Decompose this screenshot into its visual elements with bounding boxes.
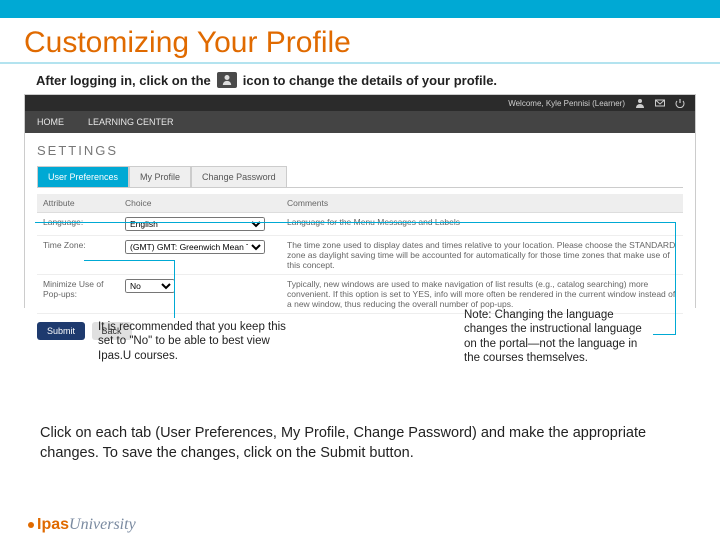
connector-line <box>653 334 676 335</box>
tab-user-preferences[interactable]: User Preferences <box>37 166 129 187</box>
brand-footer: IpasUniversity <box>28 516 136 534</box>
nav-home[interactable]: HOME <box>25 111 76 133</box>
connector-line <box>174 260 175 318</box>
welcome-bar: Welcome, Kyle Pennisi (Learner) <box>25 95 695 111</box>
welcome-text: Welcome, Kyle Pennisi (Learner) <box>508 99 625 108</box>
col-choice: Choice <box>119 194 281 213</box>
nav-learning-center[interactable]: LEARNING CENTER <box>76 111 186 133</box>
connector-line <box>675 222 676 334</box>
connector-line <box>35 222 676 223</box>
attr-timezone: Time Zone: <box>37 236 119 275</box>
callout-language-note: Note: Changing the language changes the … <box>464 308 654 366</box>
tab-my-profile[interactable]: My Profile <box>129 166 191 187</box>
intro-before: After logging in, click on the <box>36 73 211 88</box>
brand-university: University <box>69 516 136 533</box>
callout-popup-recommendation: It is recommended that you keep this set… <box>98 320 288 363</box>
brand-dot-icon <box>28 522 34 528</box>
callouts: It is recommended that you keep this set… <box>24 308 696 418</box>
settings-heading: SETTINGS <box>37 143 683 158</box>
profile-icon <box>217 72 237 88</box>
comment-language: Language for the Menu Messages and Label… <box>281 213 683 236</box>
popup-select[interactable]: No <box>125 279 175 293</box>
intro-after: icon to change the details of your profi… <box>243 73 497 88</box>
comment-timezone: The time zone used to display dates and … <box>281 236 683 275</box>
main-nav: HOME LEARNING CENTER <box>25 111 695 133</box>
col-attribute: Attribute <box>37 194 119 213</box>
tab-change-password[interactable]: Change Password <box>191 166 287 187</box>
logout-icon[interactable] <box>675 98 685 108</box>
preferences-table: Attribute Choice Comments Language: Engl… <box>37 194 683 314</box>
mail-icon[interactable] <box>655 98 665 108</box>
attr-language: Language: <box>37 213 119 236</box>
instruction-text: Click on each tab (User Preferences, My … <box>40 424 680 463</box>
title-rule <box>0 62 720 64</box>
timezone-select[interactable]: (GMT) GMT: Greenwich Mean Time <box>125 240 265 254</box>
app-screenshot: Welcome, Kyle Pennisi (Learner) HOME LEA… <box>24 94 696 308</box>
slide-top-bar <box>0 0 720 18</box>
connector-line <box>84 260 175 261</box>
slide-title: Customizing Your Profile <box>24 26 720 60</box>
profile-icon[interactable] <box>635 98 645 108</box>
table-row: Time Zone: (GMT) GMT: Greenwich Mean Tim… <box>37 236 683 275</box>
table-row: Language: English Language for the Menu … <box>37 213 683 236</box>
intro-line: After logging in, click on the icon to c… <box>36 72 720 88</box>
language-select[interactable]: English <box>125 217 265 231</box>
settings-tabs: User Preferences My Profile Change Passw… <box>37 166 683 188</box>
col-comments: Comments <box>281 194 683 213</box>
brand-ipas: Ipas <box>37 516 69 533</box>
